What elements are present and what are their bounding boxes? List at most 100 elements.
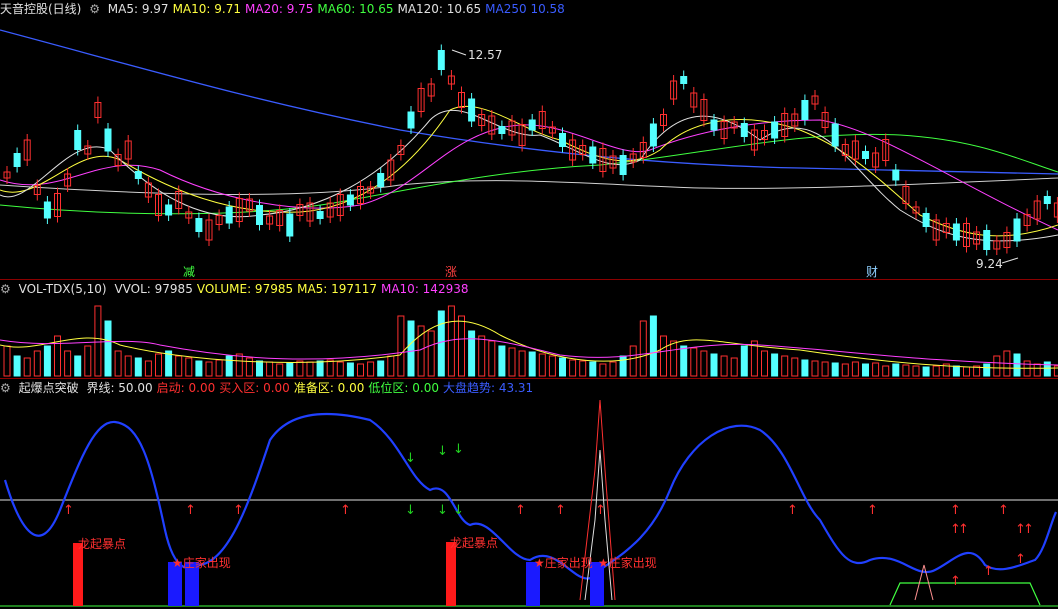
volume-bar <box>458 315 465 377</box>
candle-body <box>165 204 173 216</box>
volume-bar <box>811 360 819 377</box>
candlestick-series <box>3 44 1058 256</box>
event-mark: 减 <box>183 265 195 279</box>
event-mark: 涨 <box>445 264 457 279</box>
volume-bar <box>175 355 183 377</box>
volume-bar <box>589 361 597 377</box>
volume-bar <box>710 353 718 377</box>
volume-bar <box>932 365 940 377</box>
candle-body <box>862 151 869 159</box>
volume-bar <box>912 365 920 377</box>
candle-body <box>407 111 415 129</box>
candle-body <box>195 218 203 232</box>
volume-bar <box>983 363 991 377</box>
volume-bar <box>155 353 162 377</box>
volume-bar <box>892 363 900 377</box>
buy-arrow-icon: ↑ <box>1015 552 1026 567</box>
buy-arrow-icon: ↑ <box>555 503 566 518</box>
volume-bar <box>761 350 768 377</box>
ready-zone-trapezoid <box>889 582 1041 606</box>
stock-chart-canvas[interactable]: 12.57 9.24 减 涨 财 龙起暴点 ★庄家出现 龙起暴点 ★庄家出现 ★庄家出现 ↑ ↑ ↑ ↑… <box>0 0 1058 609</box>
volume-bar <box>680 345 688 377</box>
volume-bar <box>781 355 789 377</box>
volume-bar <box>437 310 445 377</box>
volume-bar <box>528 351 536 377</box>
volume-bar <box>952 365 960 377</box>
candle-body <box>346 194 354 206</box>
volume-bar <box>306 361 314 377</box>
candle-body <box>468 98 476 122</box>
volume-bar <box>357 363 364 377</box>
volume-bar <box>74 355 82 377</box>
sell-arrow-icon: ↓ <box>437 503 448 518</box>
volume-bar <box>639 320 647 377</box>
volume-bar <box>730 357 738 377</box>
candle-body <box>559 133 566 147</box>
candle-body <box>1043 196 1051 204</box>
volume-bar <box>488 340 496 377</box>
volume-bar <box>114 350 122 377</box>
volume-bar <box>740 345 748 377</box>
volume-bar <box>215 359 223 377</box>
volume-bar <box>801 359 809 377</box>
volume-bar <box>569 359 577 377</box>
candle-body <box>286 213 294 237</box>
candle-body <box>498 126 506 134</box>
buy-arrow-icon: ↑ <box>950 574 961 589</box>
volume-bar <box>377 360 385 377</box>
candle-body <box>619 155 627 175</box>
volume-bar <box>1033 363 1041 377</box>
signal-label: ★庄家出现 <box>172 555 231 570</box>
candle-body <box>649 123 657 147</box>
volume-bar-series <box>3 305 1058 377</box>
volume-bar <box>94 305 102 377</box>
volume-bar <box>84 345 92 377</box>
volume-bar <box>609 361 617 377</box>
volume-bar <box>670 340 678 377</box>
candle-body <box>983 230 991 250</box>
candle-body <box>952 223 960 241</box>
volume-bar <box>599 363 607 377</box>
buy-arrow-icon: ↑ <box>998 503 1009 518</box>
candle-body <box>13 153 21 167</box>
candle-body <box>437 50 445 70</box>
buy-arrow-icon: ↑ <box>787 503 798 518</box>
volume-bar <box>13 355 21 377</box>
candle-body <box>589 146 597 164</box>
volume-bar <box>134 357 142 377</box>
price-annotations: 12.57 9.24 减 涨 财 <box>183 48 1019 279</box>
volume-bar <box>43 345 51 377</box>
volume-bar <box>841 363 849 377</box>
candle-body <box>710 119 718 131</box>
ma250-line <box>0 29 1058 175</box>
volume-bar <box>3 345 11 377</box>
volume-bar <box>205 361 213 377</box>
volume-bar <box>185 357 193 377</box>
volume-bar <box>346 362 354 377</box>
volume-bar <box>872 362 880 377</box>
volume-bar <box>1043 361 1051 377</box>
buy-arrow-icon: ↑ <box>340 503 351 518</box>
volume-bar <box>316 360 324 377</box>
volume-bar <box>700 350 708 377</box>
volume-bar <box>862 363 869 377</box>
candle-body <box>256 205 263 225</box>
volume-bar <box>407 320 415 377</box>
sell-arrow-icon: ↓ <box>405 451 416 466</box>
volume-bar <box>831 362 839 377</box>
volume-bar <box>720 355 728 377</box>
market-trend-line <box>3 412 1057 580</box>
buy-arrow-icon: ↑ <box>867 503 878 518</box>
low-price-label: 9.24 <box>976 257 1003 271</box>
volume-bar <box>821 361 829 377</box>
signal-bar <box>73 543 83 606</box>
candle-body <box>43 201 51 219</box>
volume-bar <box>286 362 294 377</box>
volume-bar <box>771 353 779 377</box>
volume-bar <box>296 360 304 377</box>
sell-arrow-icon: ↓ <box>437 444 448 459</box>
volume-bar <box>660 335 667 377</box>
volume-bar <box>256 360 263 377</box>
candle-body <box>225 206 233 224</box>
indicator-signals: 龙起暴点★庄家出现龙起暴点★庄家出现 ★庄家出现↑ ↑ ↑ ↑ ↑ ↑ ↑ ↑ ↑ ↑ ↑↑↑ ↑↑↑↑… <box>63 442 1034 606</box>
